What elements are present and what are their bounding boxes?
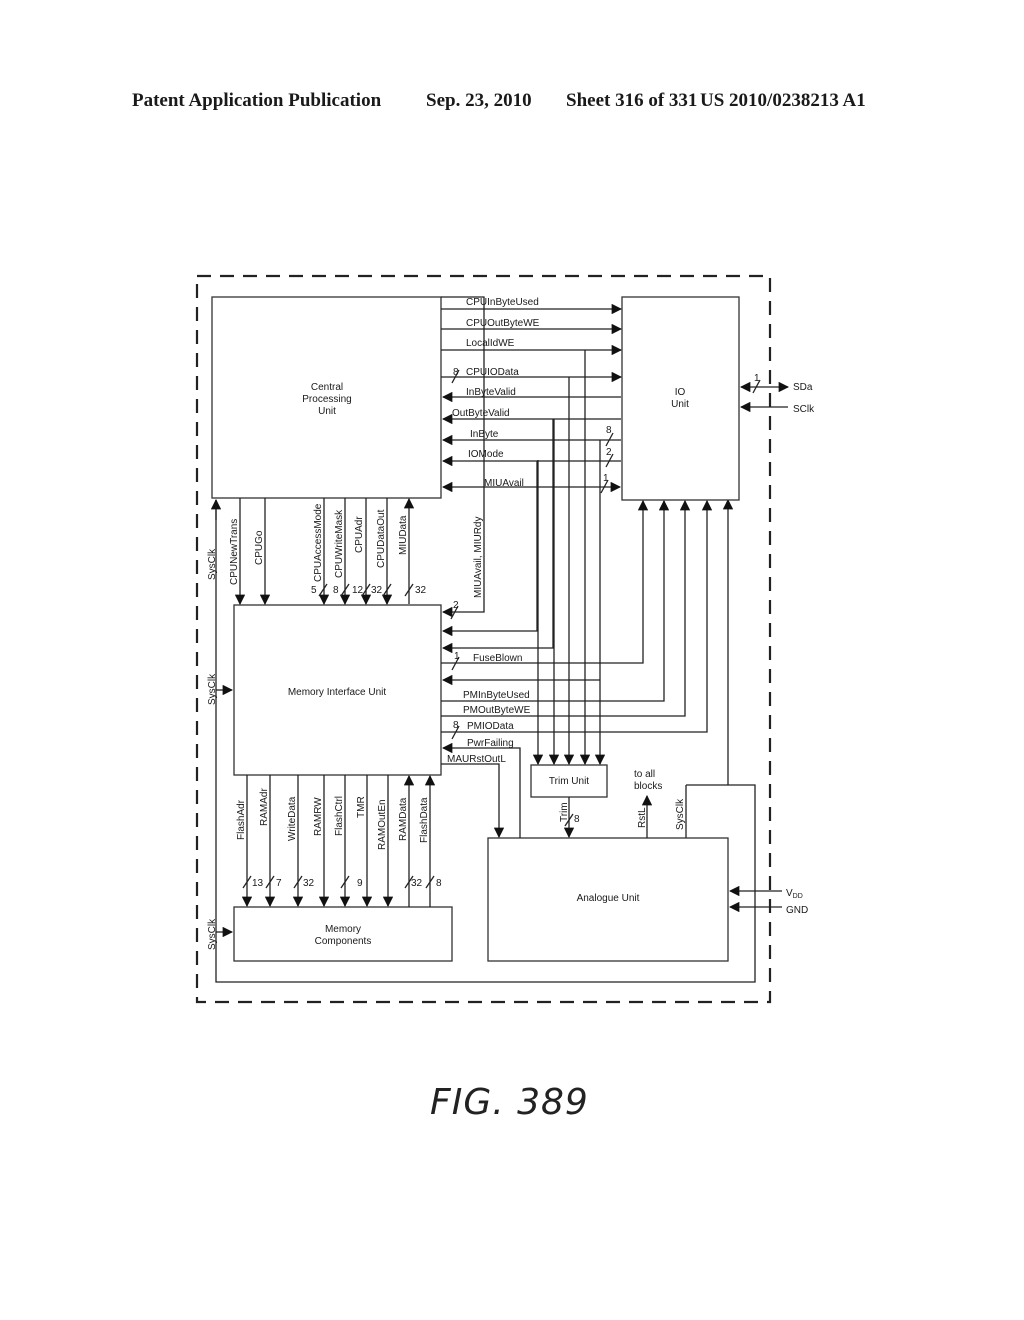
analogue-unit-block: Analogue Unit <box>487 837 729 962</box>
cpu-label-line1: Central <box>311 382 343 393</box>
signal-label: RAMRW <box>313 797 324 836</box>
bus-width: 8 <box>453 367 459 378</box>
signal-label: TMR <box>356 796 367 818</box>
bus-width: 8 <box>606 425 612 436</box>
signal-label: MAURstOutL <box>447 754 506 765</box>
miu-block: Memory Interface Unit <box>233 604 442 776</box>
signal-label: PMInByteUsed <box>463 690 530 701</box>
signal-label: PwrFailing <box>467 738 514 749</box>
trim-label: Trim <box>559 802 570 822</box>
gnd-label: GND <box>786 905 808 916</box>
bus-width: 2 <box>453 600 459 611</box>
bus-width: 32 <box>371 585 383 596</box>
trim-unit-block: Trim Unit <box>530 764 608 798</box>
signal-label: CPUGo <box>254 530 265 565</box>
signal-label: FuseBlown <box>473 653 522 664</box>
signal-label: IOMode <box>468 449 504 460</box>
miu-label: Memory Interface Unit <box>288 687 387 698</box>
bus-width: 8 <box>436 878 442 889</box>
analogue-label: Analogue Unit <box>577 893 640 904</box>
bus-width: 1 <box>754 373 760 384</box>
signal-label: MIUData <box>398 515 409 555</box>
bus-width: 2 <box>606 447 612 458</box>
signal-label: CPUIOData <box>466 367 519 378</box>
vdd-subscript: DD <box>793 893 803 900</box>
figure-caption: FIG. 389 <box>430 1082 589 1123</box>
signal-label: LocalIdWE <box>466 338 515 349</box>
signal-label: RAMOutEn <box>377 799 388 850</box>
rstl-note-line2: blocks <box>634 781 662 792</box>
bus-width: 5 <box>311 585 317 596</box>
signal-label: InByteValid <box>466 387 516 398</box>
signal-label: PMIOData <box>467 721 514 732</box>
sclk-label: SClk <box>793 404 815 415</box>
io-external-signals: 1 SDa SClk <box>739 373 815 415</box>
cpu-io-signals: CPUInByteUsed CPUOutByteWE LocalIdWE CPU… <box>441 297 623 494</box>
io-label-line2: Unit <box>671 399 689 410</box>
cpu-miu-signals: CPUNewTrans CPUGo CPUAccessMode 5 CPUWri… <box>229 497 427 606</box>
signal-label: MIUAvail, MIURdy <box>473 517 484 599</box>
signal-label: PMOutByteWE <box>463 705 531 716</box>
bus-width: 1 <box>454 651 460 662</box>
bus-width: 8 <box>453 720 459 731</box>
signal-label: CPUInByteUsed <box>466 297 539 308</box>
bus-width: 9 <box>357 878 363 889</box>
bus-width: 1 <box>603 473 609 484</box>
signal-label: CPUWriteMask <box>334 509 345 578</box>
sysclk-label-analogue: SysClk <box>675 798 686 830</box>
cpu-label-line3: Unit <box>318 406 336 417</box>
signal-label: FlashData <box>419 797 430 843</box>
rstl-label: RstL <box>637 807 648 828</box>
io-label-line1: IO <box>675 387 686 398</box>
signal-label: FlashAdr <box>236 799 247 840</box>
bus-width: 7 <box>276 878 282 889</box>
bus-width: 13 <box>252 878 264 889</box>
bus-width: 32 <box>303 878 315 889</box>
signal-label: RAMData <box>398 797 409 841</box>
signal-label: RAMAdr <box>259 788 270 826</box>
sysclk-label-miu: SysClk <box>207 673 218 705</box>
vdd-label: VDD <box>786 888 803 900</box>
memory-label-line1: Memory <box>325 924 361 935</box>
bus-width: 8 <box>574 814 580 825</box>
memory-label-line2: Components <box>315 936 372 947</box>
trim-label: Trim Unit <box>549 776 589 787</box>
signal-label: CPUAccessMode <box>313 503 324 582</box>
signal-label: OutByteValid <box>452 408 510 419</box>
miu-memory-signals: FlashAdr 13 RAMAdr 7 WriteData 32 RAMRW … <box>236 774 442 908</box>
signal-label: CPUNewTrans <box>229 519 240 585</box>
signal-label: CPUOutByteWE <box>466 318 540 329</box>
sda-label: SDa <box>793 382 813 393</box>
bus-width: 8 <box>333 585 339 596</box>
memory-components-block: Memory Components <box>233 906 453 962</box>
cpu-block: Central Processing Unit <box>211 296 442 499</box>
rstl-note-line1: to all <box>634 769 655 780</box>
cpu-label-line2: Processing <box>302 394 351 405</box>
signal-label: MIUAvail <box>484 478 524 489</box>
signal-label: CPUAdr <box>354 516 365 553</box>
bus-width: 32 <box>415 585 427 596</box>
bus-width: 32 <box>411 878 423 889</box>
signal-label: WriteData <box>287 796 298 841</box>
signal-label: FlashCtrl <box>334 796 345 836</box>
io-unit-block: IO Unit <box>621 296 740 501</box>
bus-width: 12 <box>352 585 364 596</box>
sysclk-label-cpu: SysClk <box>207 548 218 580</box>
sysclk-label-memory: SysClk <box>207 918 218 950</box>
signal-label: CPUDataOut <box>376 509 387 568</box>
